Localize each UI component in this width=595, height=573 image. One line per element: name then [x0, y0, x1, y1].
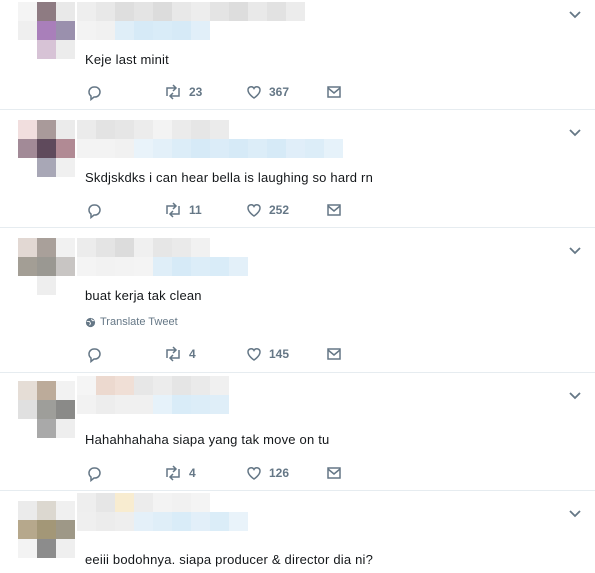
reply-context-blurred: [77, 21, 210, 40]
reply-button[interactable]: [85, 201, 103, 219]
retweet-button[interactable]: 23: [163, 83, 202, 101]
tweet-card[interactable]: Hahahhahaha siapa yang tak move on tu 4 …: [0, 373, 595, 491]
display-name-blurred[interactable]: [77, 238, 210, 257]
tweet-text: Hahahhahaha siapa yang tak move on tu: [85, 432, 330, 447]
envelope-icon: [327, 467, 341, 479]
tweet-actions: 4 145: [85, 345, 385, 365]
retweet-count: 4: [189, 466, 196, 480]
retweet-icon: [166, 202, 180, 218]
heart-icon: [247, 204, 261, 217]
message-button[interactable]: [325, 464, 343, 482]
like-count: 252: [269, 203, 290, 217]
display-name-blurred[interactable]: [77, 120, 229, 139]
avatar[interactable]: [18, 120, 75, 177]
avatar[interactable]: [18, 381, 75, 438]
envelope-icon: [327, 348, 341, 360]
globe-icon: [85, 317, 96, 327]
like-button[interactable]: 367: [245, 83, 289, 101]
heart-icon: [247, 348, 261, 361]
tweet-actions: 11 252: [85, 201, 385, 221]
like-button[interactable]: 126: [245, 464, 289, 482]
tweet-card[interactable]: Skdjskdks i can hear bella is laughing s…: [0, 110, 595, 228]
tweet-card[interactable]: eeiii bodohnya. siapa producer & directo…: [0, 491, 595, 573]
retweet-count: 23: [189, 85, 203, 99]
envelope-icon: [327, 204, 341, 216]
chevron-down-icon[interactable]: [567, 242, 583, 258]
avatar[interactable]: [18, 238, 75, 295]
display-name-blurred[interactable]: [77, 2, 305, 21]
chevron-down-icon[interactable]: [567, 6, 583, 22]
message-button[interactable]: [325, 83, 343, 101]
tweet-card[interactable]: buat kerja tak clean Translate Tweet 4 1…: [0, 228, 595, 373]
avatar[interactable]: [18, 501, 75, 558]
tweet-text: Skdjskdks i can hear bella is laughing s…: [85, 170, 374, 185]
tweet-actions: 23 367: [85, 83, 385, 103]
reply-context-blurred: [77, 512, 248, 531]
message-button[interactable]: [325, 201, 343, 219]
reply-button[interactable]: [85, 83, 103, 101]
tweet-card[interactable]: Keje last minit 23 367: [0, 0, 595, 110]
retweet-icon: [166, 346, 180, 362]
reply-icon: [88, 86, 101, 101]
heart-icon: [247, 467, 261, 480]
retweet-button[interactable]: 11: [163, 201, 202, 219]
display-name-blurred[interactable]: [77, 493, 210, 512]
translate-label: Translate Tweet: [100, 316, 178, 328]
tweet-text: eeiii bodohnya. siapa producer & directo…: [85, 552, 374, 567]
envelope-icon: [327, 86, 341, 98]
like-count: 126: [269, 466, 290, 480]
like-button[interactable]: 145: [245, 345, 289, 363]
retweet-button[interactable]: 4: [163, 345, 196, 363]
heart-icon: [247, 86, 261, 99]
retweet-count: 11: [189, 203, 202, 217]
retweet-count: 4: [189, 347, 196, 361]
avatar[interactable]: [18, 2, 75, 59]
like-count: 145: [269, 347, 290, 361]
tweet-actions: 4 126: [85, 464, 385, 484]
reply-icon: [88, 467, 101, 482]
reply-context-blurred: [77, 139, 343, 158]
like-count: 367: [269, 85, 290, 99]
retweet-button[interactable]: 4: [163, 464, 196, 482]
reply-button[interactable]: [85, 464, 103, 482]
reply-context-blurred: [77, 257, 248, 276]
tweet-text: buat kerja tak clean: [85, 288, 202, 303]
display-name-blurred[interactable]: [77, 376, 229, 395]
reply-icon: [88, 348, 101, 363]
reply-context-blurred: [77, 395, 229, 414]
retweet-icon: [166, 465, 180, 481]
message-button[interactable]: [325, 345, 343, 363]
chevron-down-icon[interactable]: [567, 505, 583, 521]
like-button[interactable]: 252: [245, 201, 289, 219]
reply-icon: [88, 204, 101, 219]
translate-tweet-link[interactable]: Translate Tweet: [85, 316, 178, 328]
chevron-down-icon[interactable]: [567, 124, 583, 140]
reply-button[interactable]: [85, 345, 103, 363]
retweet-icon: [166, 84, 180, 100]
chevron-down-icon[interactable]: [567, 387, 583, 403]
tweet-text: Keje last minit: [85, 52, 169, 67]
